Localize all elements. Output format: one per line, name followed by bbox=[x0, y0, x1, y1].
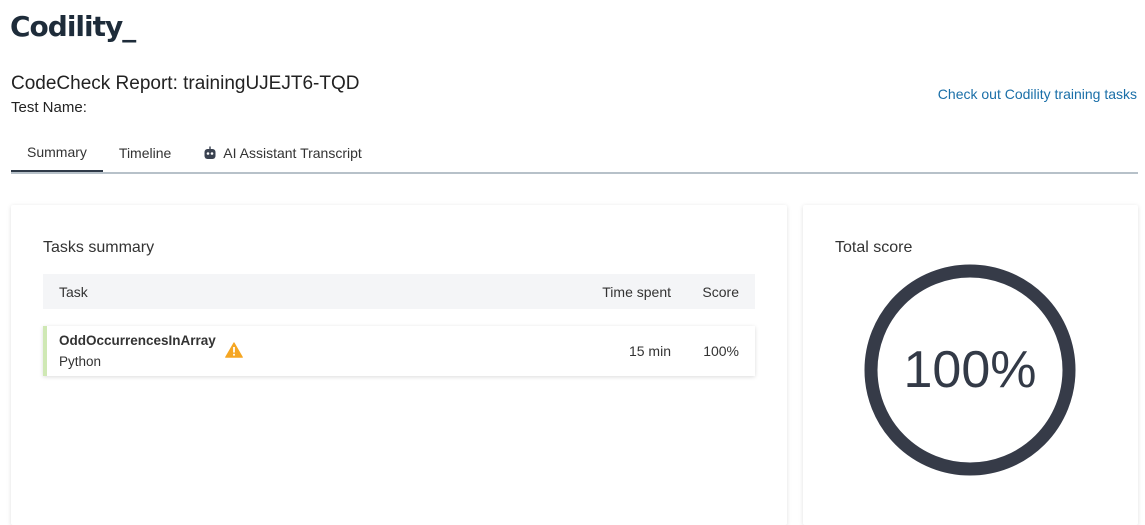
tab-summary-label: Summary bbox=[27, 143, 87, 160]
total-score-card: Total score 100% bbox=[803, 205, 1138, 525]
task-score: 100% bbox=[703, 343, 739, 359]
total-score-title: Total score bbox=[835, 239, 913, 256]
codility-logo[interactable]: Codility_ bbox=[10, 10, 136, 43]
training-tasks-link[interactable]: Check out Codility training tasks bbox=[938, 86, 1137, 102]
robot-icon bbox=[204, 146, 216, 159]
test-name-label: Test Name: bbox=[11, 99, 87, 116]
tab-timeline[interactable]: Timeline bbox=[103, 133, 187, 172]
tab-ai-assistant-transcript[interactable]: AI Assistant Transcript bbox=[187, 133, 378, 172]
report-tabs: Summary Timeline AI Assistant Transcript bbox=[11, 133, 1138, 174]
column-header-time-spent: Time spent bbox=[602, 284, 671, 300]
report-title: CodeCheck Report: trainingUJEJT6-TQD bbox=[11, 73, 360, 94]
tasks-summary-card: Tasks summary Task Time spent Score OddO… bbox=[11, 205, 787, 525]
column-header-score: Score bbox=[702, 284, 739, 300]
tab-summary[interactable]: Summary bbox=[11, 133, 103, 172]
column-header-task: Task bbox=[59, 284, 88, 300]
task-language: Python bbox=[59, 354, 102, 369]
tasks-table-header: Task Time spent Score bbox=[43, 274, 755, 309]
table-row[interactable]: OddOccurrencesInArray Python 15 min 100% bbox=[43, 326, 755, 376]
total-score-value: 100% bbox=[903, 341, 1037, 399]
warning-icon[interactable] bbox=[225, 342, 243, 358]
task-time-spent: 15 min bbox=[628, 343, 671, 359]
tasks-summary-title: Tasks summary bbox=[43, 239, 155, 256]
tab-timeline-label: Timeline bbox=[118, 144, 172, 161]
task-name[interactable]: OddOccurrencesInArray bbox=[59, 333, 216, 348]
tab-ai-label: AI Assistant Transcript bbox=[223, 144, 362, 161]
